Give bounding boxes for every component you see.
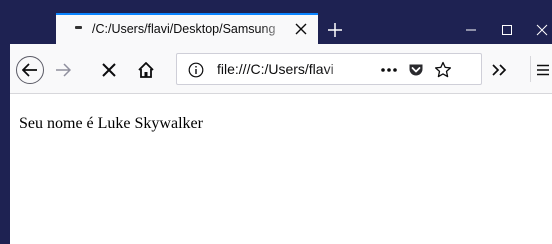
title-bar: /C:/Users/flavi/Desktop/Samsung: [0, 0, 552, 44]
address-bar[interactable]: file:///C:/Users/flavi: [176, 53, 482, 85]
pocket-icon[interactable]: [407, 61, 425, 79]
tab-loading-icon: [75, 26, 82, 29]
more-icon[interactable]: [379, 62, 399, 78]
menu-icon: [537, 64, 549, 76]
minimize-icon: [466, 29, 476, 31]
stop-icon: [102, 63, 116, 77]
url-text[interactable]: file:///C:/Users/flavi: [217, 61, 351, 79]
overflow-menu-button[interactable]: [488, 59, 510, 81]
home-icon: [138, 62, 154, 78]
minimize-button[interactable]: [456, 22, 486, 38]
forward-button[interactable]: [52, 59, 74, 81]
toolbar-divider: [530, 56, 531, 82]
window-edge: [0, 0, 10, 244]
info-icon[interactable]: [187, 61, 205, 79]
back-arrow-icon: [22, 63, 37, 77]
tab-close-icon[interactable]: [292, 20, 310, 38]
new-tab-button[interactable]: [322, 18, 348, 42]
tab-title: /C:/Users/flavi/Desktop/Samsung: [92, 22, 276, 36]
bookmark-star-icon[interactable]: [433, 60, 453, 80]
maximize-icon: [502, 25, 512, 35]
active-tab[interactable]: /C:/Users/flavi/Desktop/Samsung: [56, 13, 318, 44]
menu-button[interactable]: [534, 59, 552, 81]
navigation-toolbar: file:///C:/Users/flavi: [10, 44, 552, 94]
page-content: Seu nome é Luke Skywalker: [10, 95, 552, 244]
home-button[interactable]: [135, 59, 157, 81]
page-greeting-text: Seu nome é Luke Skywalker: [19, 115, 203, 132]
maximize-button[interactable]: [492, 22, 522, 38]
plus-icon: [328, 23, 342, 37]
close-icon: [536, 24, 548, 36]
overflow-chevrons-icon: [492, 64, 507, 76]
stop-button[interactable]: [98, 59, 120, 81]
window-close-button[interactable]: [527, 22, 552, 38]
forward-arrow-icon: [56, 63, 71, 77]
back-button[interactable]: [16, 56, 44, 84]
